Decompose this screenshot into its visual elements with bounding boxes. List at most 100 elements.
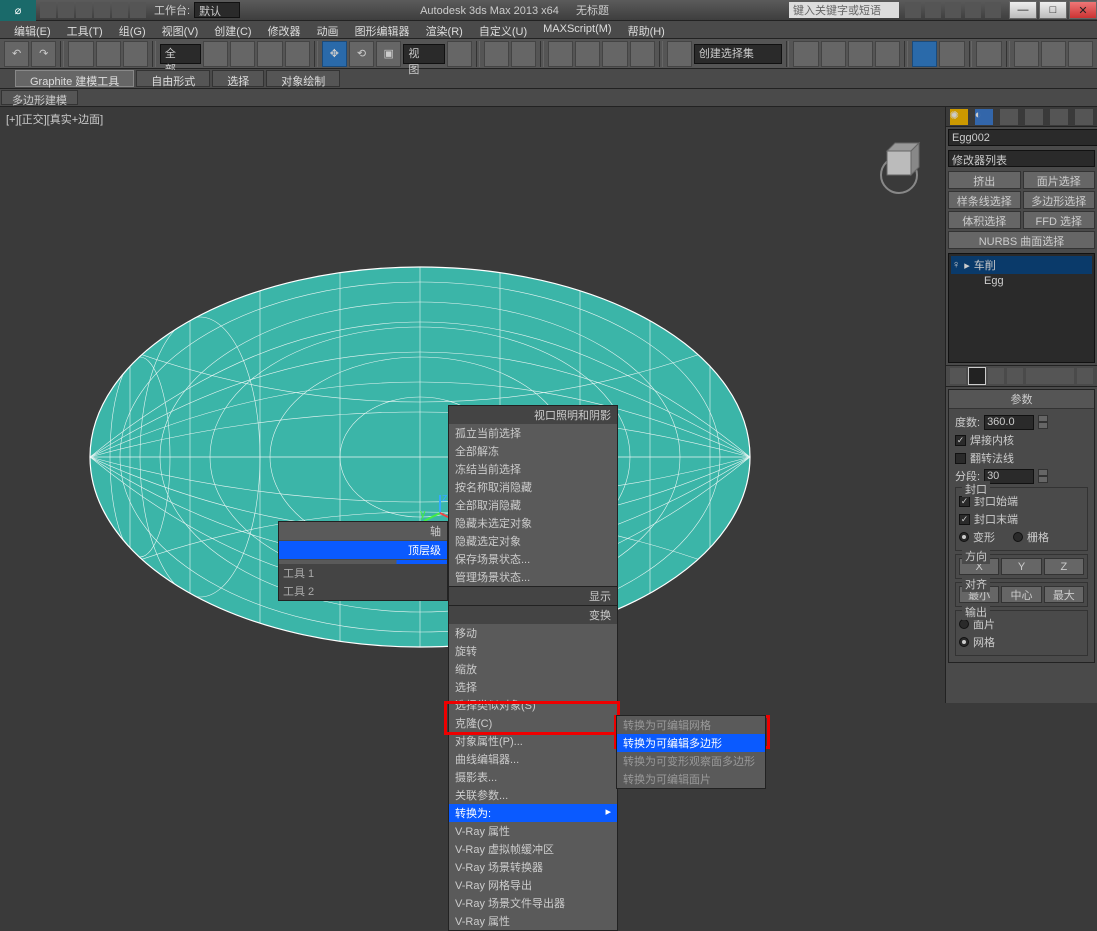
menu-group[interactable]: 组(G) <box>111 21 154 38</box>
named-selection-edit-button[interactable] <box>667 41 692 67</box>
viewport-label[interactable]: [+][正交][真实+边面] <box>6 111 103 127</box>
ctx-dope-sheet[interactable]: 摄影表... <box>449 768 617 786</box>
menu-tools[interactable]: 工具(T) <box>59 21 111 38</box>
flip-normals-checkbox[interactable] <box>955 453 966 464</box>
ctx-select[interactable]: 选择 <box>449 678 617 696</box>
ctx-vray-props2[interactable]: V-Ray 属性 <box>449 912 617 930</box>
btn-nurbs-select[interactable]: NURBS 曲面选择 <box>948 231 1095 249</box>
modifier-stack[interactable]: ♀▸车削 Egg <box>948 253 1095 363</box>
configure-sets-icon[interactable] <box>1077 368 1093 384</box>
select-name-button[interactable] <box>230 41 255 67</box>
cap-start-checkbox[interactable]: ✓ <box>959 496 970 507</box>
manipulate-button[interactable] <box>484 41 509 67</box>
menu-help[interactable]: 帮助(H) <box>620 21 673 38</box>
menu-rendering[interactable]: 渲染(R) <box>418 21 471 38</box>
spin-up-icon[interactable] <box>1038 469 1048 476</box>
menu-views[interactable]: 视图(V) <box>154 21 207 38</box>
menu-customize[interactable]: 自定义(U) <box>471 21 535 38</box>
selection-filter[interactable]: 全部 <box>160 44 201 64</box>
menu-edit[interactable]: 编辑(E) <box>6 21 59 38</box>
rendered-frame-button[interactable] <box>1041 41 1066 67</box>
btn-extrude[interactable]: 挤出 <box>948 171 1021 189</box>
layers-button[interactable] <box>848 41 873 67</box>
align-max-button[interactable]: 最大 <box>1044 586 1084 603</box>
subscription-icon[interactable] <box>925 2 941 18</box>
weld-core-checkbox[interactable]: ✓ <box>955 435 966 446</box>
viewcube[interactable] <box>869 135 929 195</box>
pivot-button[interactable] <box>447 41 472 67</box>
sub-editable-mesh[interactable]: 转换为可编辑网格 <box>617 716 765 734</box>
search-input[interactable]: 键入关键字或短语 <box>789 2 899 18</box>
cap-end-checkbox[interactable]: ✓ <box>959 514 970 525</box>
sub-editable-poly[interactable]: 转换为可编辑多边形 <box>617 734 765 752</box>
ctx-isolate[interactable]: 孤立当前选择 <box>449 424 617 442</box>
help-icon[interactable] <box>985 2 1001 18</box>
ctx-vray-mesh-export[interactable]: V-Ray 网格导出 <box>449 876 617 894</box>
move-button[interactable]: ✥ <box>322 41 347 67</box>
sub-deform-poly[interactable]: 转换为可变形观察面多边形 <box>617 752 765 770</box>
keyboard-shortcut-button[interactable] <box>511 41 536 67</box>
ribbon-toggle-button[interactable] <box>875 41 900 67</box>
spinner-snap-button[interactable] <box>630 41 655 67</box>
ctx-freeze-sel[interactable]: 冻结当前选择 <box>449 460 617 478</box>
rollout-header[interactable]: 参数 <box>949 390 1094 409</box>
degrees-spinner[interactable] <box>984 415 1034 430</box>
ctx-move[interactable]: 移动 <box>449 624 617 642</box>
minimize-button[interactable]: — <box>1009 1 1037 19</box>
modifier-list-dropdown[interactable]: 修改器列表 <box>948 150 1095 167</box>
object-name-input[interactable] <box>948 129 1097 146</box>
btn-ffd-select[interactable]: FFD 选择 <box>1023 211 1096 229</box>
qat-link-icon[interactable] <box>130 2 146 18</box>
output-patch-radio[interactable] <box>959 619 969 629</box>
ctx-hdr-lighting[interactable]: 视口照明和阴影 <box>449 406 617 424</box>
menu-grapheditors[interactable]: 图形编辑器 <box>347 21 418 38</box>
maximize-button[interactable]: □ <box>1039 1 1067 19</box>
modify-tab-icon[interactable]: ◐ <box>975 109 993 125</box>
ctx-wire-params[interactable]: 关联参数... <box>449 786 617 804</box>
unlink-button[interactable] <box>96 41 121 67</box>
ctx-manage-state[interactable]: 管理场景状态... <box>449 568 617 586</box>
stack-lathe[interactable]: ♀▸车削 <box>951 256 1092 274</box>
percent-snap-button[interactable] <box>602 41 627 67</box>
show-end-result-icon[interactable] <box>969 368 985 384</box>
app-logo[interactable]: ⌀ <box>0 0 36 21</box>
sub-editable-patch[interactable]: 转换为可编辑面片 <box>617 770 765 788</box>
display-tab-icon[interactable] <box>1050 109 1068 125</box>
ctx-vray-scene-export[interactable]: V-Ray 场景文件导出器 <box>449 894 617 912</box>
motion-tab-icon[interactable] <box>1025 109 1043 125</box>
spin-down-icon[interactable] <box>1038 476 1048 483</box>
utilities-tab-icon[interactable] <box>1075 109 1093 125</box>
snap-button[interactable] <box>548 41 573 67</box>
btn-vol-select[interactable]: 体积选择 <box>948 211 1021 229</box>
menu-modifiers[interactable]: 修改器 <box>260 21 309 38</box>
tab-freeform[interactable]: 自由形式 <box>136 70 210 87</box>
workspace-select[interactable]: 默认 <box>194 2 240 18</box>
tab-objectpaint[interactable]: 对象绘制 <box>266 70 340 87</box>
remove-modifier-icon[interactable] <box>1007 368 1023 384</box>
tab-graphite[interactable]: Graphite 建模工具 <box>15 70 134 87</box>
qat-undo-icon[interactable] <box>94 2 110 18</box>
btn-poly-select[interactable]: 多边形选择 <box>1023 191 1096 209</box>
rotate-button[interactable]: ⟲ <box>349 41 374 67</box>
material-editor-button[interactable] <box>976 41 1001 67</box>
exchange-icon[interactable] <box>945 2 961 18</box>
render-setup-button[interactable] <box>1014 41 1039 67</box>
dir-y-button[interactable]: Y <box>1001 558 1041 575</box>
qat-save-icon[interactable] <box>76 2 92 18</box>
favorites-icon[interactable] <box>965 2 981 18</box>
curve-editor-button[interactable] <box>912 41 937 67</box>
ctx-select-similar[interactable]: 选择类似对象(S) <box>449 696 617 714</box>
spin-down-icon[interactable] <box>1038 422 1048 429</box>
qat-open-icon[interactable] <box>58 2 74 18</box>
search-icon[interactable] <box>905 2 921 18</box>
stack-egg[interactable]: Egg <box>951 274 1092 288</box>
redo-button[interactable]: ↷ <box>31 41 56 67</box>
ctx-hide-sel[interactable]: 隐藏选定对象 <box>449 532 617 550</box>
make-unique-icon[interactable] <box>988 368 1004 384</box>
ctx-vray-props[interactable]: V-Ray 属性 <box>449 822 617 840</box>
bind-button[interactable] <box>123 41 148 67</box>
dir-z-button[interactable]: Z <box>1044 558 1084 575</box>
ctx-vray-scene-conv[interactable]: V-Ray 场景转换器 <box>449 858 617 876</box>
ribbon-poly-modeling[interactable]: 多边形建模 <box>1 90 78 105</box>
cap-morph-radio[interactable] <box>959 532 969 542</box>
